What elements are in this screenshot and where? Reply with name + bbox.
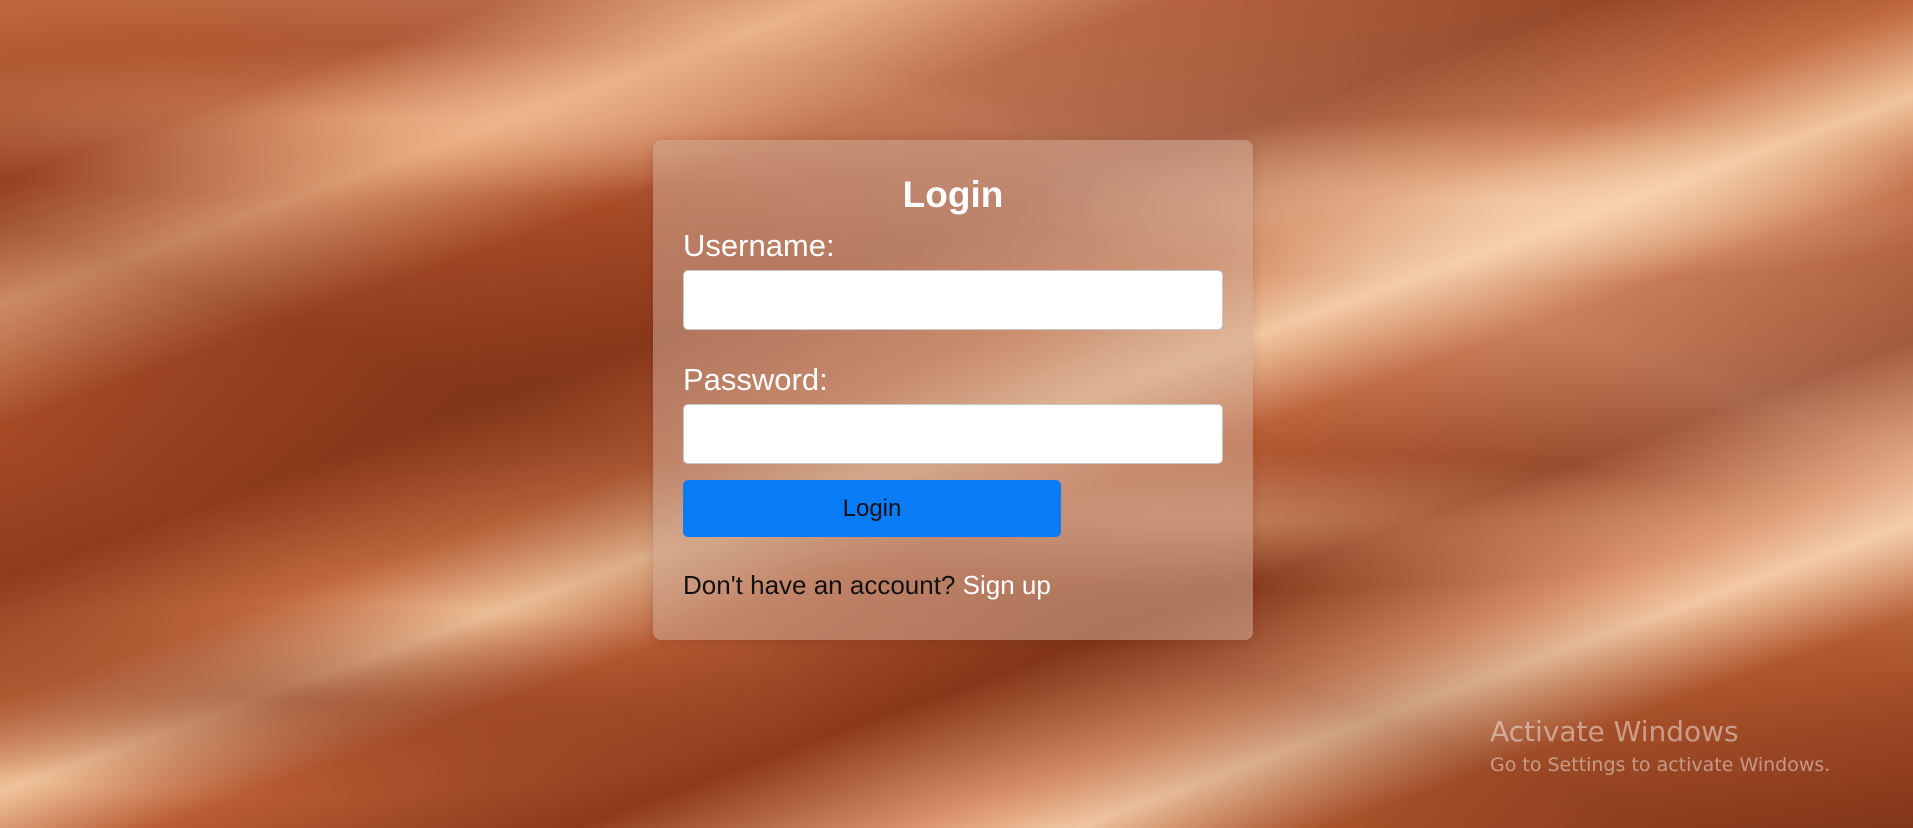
password-input[interactable]	[683, 404, 1223, 464]
activate-windows-watermark: Activate Windows Go to Settings to activ…	[1490, 713, 1830, 779]
login-card: Login Username: Password: Login Don't ha…	[653, 140, 1253, 640]
signup-row: Don't have an account? Sign up	[683, 565, 1223, 605]
watermark-title: Activate Windows	[1490, 715, 1739, 748]
username-label: Username:	[683, 228, 835, 263]
signup-prompt: Don't have an account?	[683, 570, 956, 600]
username-input[interactable]	[683, 270, 1223, 330]
signup-link[interactable]: Sign up	[963, 570, 1051, 600]
login-button[interactable]: Login	[683, 480, 1061, 537]
password-label: Password:	[683, 362, 828, 397]
watermark-subtitle: Go to Settings to activate Windows.	[1490, 754, 1831, 776]
login-title: Login	[902, 174, 1004, 215]
